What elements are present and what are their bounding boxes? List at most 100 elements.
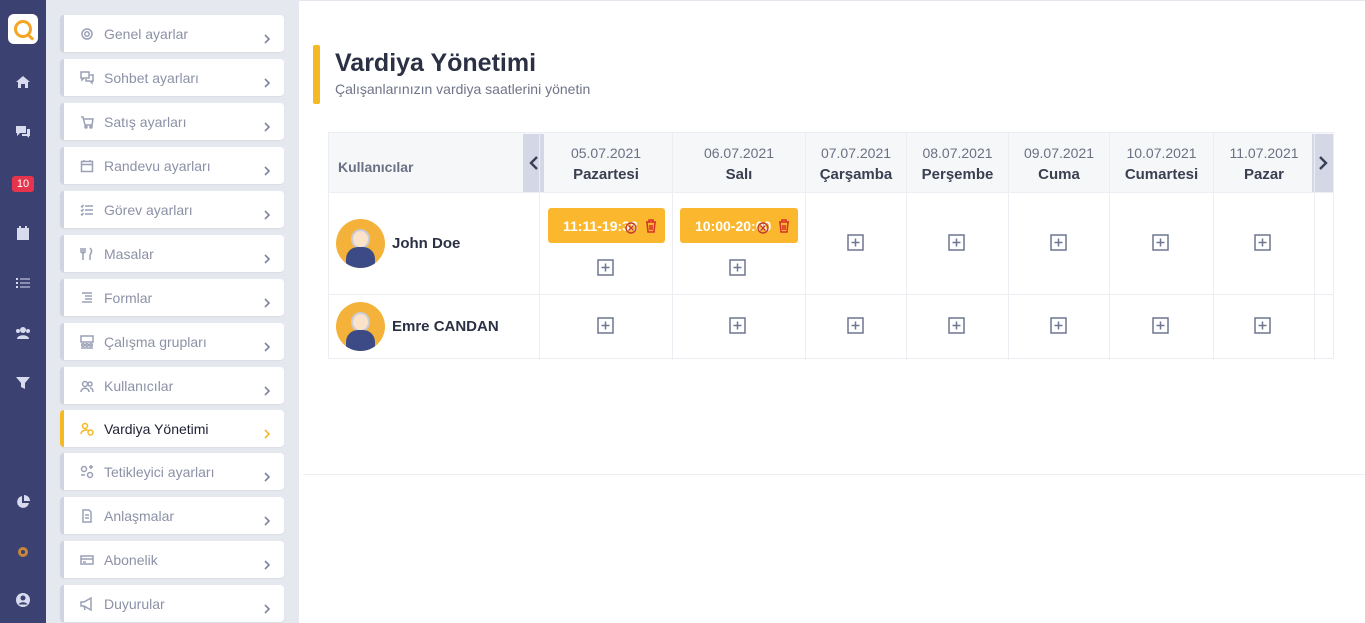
plus-square-icon	[729, 259, 746, 276]
pie-chart-icon[interactable]	[0, 490, 46, 514]
close-icon[interactable]	[757, 219, 769, 234]
day-name: Pazartesi	[573, 166, 639, 183]
chevron-right-icon	[262, 249, 272, 264]
menu-item-satis-ayarlari[interactable]: Satış ayarları	[60, 103, 284, 140]
add-shift-button[interactable]	[597, 317, 614, 334]
menu-item-gorev-ayarlari[interactable]: Görev ayarları	[60, 191, 284, 228]
plus-square-icon	[948, 234, 965, 251]
menu-item-label: Kullanıcılar	[104, 377, 174, 394]
notifications-badge[interactable]: 10	[0, 172, 46, 196]
chat-icon	[80, 70, 94, 85]
menu-item-masalar[interactable]: Masalar	[60, 235, 284, 272]
calendar-icon[interactable]	[0, 221, 46, 245]
chat-icon[interactable]	[0, 120, 46, 144]
checklist-icon	[80, 203, 94, 217]
add-shift-button[interactable]	[1050, 234, 1067, 251]
plus-square-icon	[1152, 317, 1169, 334]
gear-icon[interactable]	[0, 540, 46, 564]
plus-square-icon	[1254, 317, 1271, 334]
add-shift-button[interactable]	[1254, 317, 1271, 334]
chevron-right-icon	[262, 467, 272, 482]
add-shift-button[interactable]	[1254, 234, 1271, 251]
users-column-header: Kullanıcılar	[338, 159, 414, 175]
day-name: Pazar	[1243, 166, 1285, 183]
shift-table: Kullanıcılar 05.07.2021 Pazartesi 06.07.…	[328, 132, 1334, 360]
plus-square-icon	[1254, 234, 1271, 251]
menu-item-label: Sohbet ayarları	[104, 69, 199, 86]
menu-item-label: Abonelik	[104, 551, 158, 568]
user-row-john-doe: John Doe	[336, 219, 460, 268]
menu-item-calisma-gruplari[interactable]: Çalışma grupları	[60, 323, 284, 360]
page-subtitle: Çalışanlarınızın vardiya saatlerini yöne…	[335, 81, 591, 97]
menu-item-formlar[interactable]: Formlar	[60, 279, 284, 316]
gear-icon	[80, 27, 94, 41]
menu-item-genel-ayarlar[interactable]: Genel ayarlar	[60, 15, 284, 52]
day-name: Çarşamba	[819, 166, 893, 183]
day-date: 10.07.2021	[1126, 145, 1197, 161]
chevron-right-icon	[262, 555, 272, 570]
day-name: Perşembe	[921, 166, 994, 183]
chevron-right-icon	[262, 161, 272, 176]
menu-item-label: Satış ayarları	[104, 113, 187, 130]
add-shift-button[interactable]	[597, 259, 614, 276]
home-icon[interactable]	[0, 70, 46, 94]
chevron-right-icon	[262, 29, 272, 44]
menu-item-kullanicilar[interactable]: Kullanıcılar	[60, 367, 284, 404]
shift-block[interactable]: 11:11-19:38	[548, 208, 665, 243]
add-shift-button[interactable]	[1152, 234, 1169, 251]
menu-item-sohbet-ayarlari[interactable]: Sohbet ayarları	[60, 59, 284, 96]
settings-menu: Genel ayarlar Sohbet ayarları Satış ayar…	[46, 0, 299, 623]
add-shift-button[interactable]	[729, 259, 746, 276]
add-shift-button[interactable]	[729, 317, 746, 334]
menu-item-label: Vardiya Yönetimi	[104, 420, 209, 437]
menu-item-tetikleyici-ayarlari[interactable]: Tetikleyici ayarları	[60, 453, 284, 490]
menu-item-anlasmalar[interactable]: Anlaşmalar	[60, 497, 284, 534]
add-shift-button[interactable]	[948, 317, 965, 334]
add-shift-button[interactable]	[948, 234, 965, 251]
main-content: Vardiya Yönetimi Çalışanlarınızın vardiy…	[299, 0, 1365, 623]
chevron-right-icon	[262, 293, 272, 308]
menu-item-label: Formlar	[104, 289, 153, 306]
menu-item-abonelik[interactable]: Abonelik	[60, 541, 284, 578]
plus-square-icon	[1050, 317, 1067, 334]
chevron-right-icon	[262, 205, 272, 220]
day-column-overflow	[1314, 133, 1333, 360]
plus-square-icon	[597, 317, 614, 334]
app-logo[interactable]	[8, 14, 38, 44]
group-icon	[80, 334, 94, 349]
users-icon[interactable]	[0, 321, 46, 345]
user-name: Emre CANDAN	[392, 318, 499, 335]
menu-item-duyurular[interactable]: Duyurular	[60, 585, 284, 622]
add-shift-button[interactable]	[1152, 317, 1169, 334]
trash-icon[interactable]	[645, 218, 657, 233]
menu-item-label: Görev ayarları	[104, 201, 193, 218]
checklist-icon[interactable]	[0, 271, 46, 295]
chevron-right-icon	[262, 424, 272, 439]
chevron-right-icon	[262, 599, 272, 614]
shift-block[interactable]: 10:00-20:00	[680, 208, 798, 243]
menu-item-label: Tetikleyici ayarları	[104, 463, 215, 480]
chevron-right-icon	[262, 73, 272, 88]
filter-icon[interactable]	[0, 371, 46, 395]
trash-icon[interactable]	[778, 218, 790, 233]
menu-item-vardiya-yonetimi[interactable]: Vardiya Yönetimi	[60, 410, 284, 447]
trigger-icon	[80, 464, 94, 479]
add-shift-button[interactable]	[847, 234, 864, 251]
title-accent-bar	[313, 45, 320, 104]
day-date: 06.07.2021	[703, 145, 775, 161]
add-shift-button[interactable]	[847, 317, 864, 334]
menu-item-label: Anlaşmalar	[104, 507, 175, 524]
chevron-left-icon	[528, 156, 538, 170]
add-shift-button[interactable]	[1050, 317, 1067, 334]
menu-item-label: Masalar	[104, 245, 154, 262]
user-circle-icon[interactable]	[0, 588, 46, 612]
form-icon	[80, 291, 94, 305]
chevron-right-icon	[262, 337, 272, 352]
menu-item-randevu-ayarlari[interactable]: Randevu ayarları	[60, 147, 284, 184]
day-name: Salı	[725, 166, 753, 183]
cutlery-icon	[80, 246, 94, 261]
close-icon[interactable]	[625, 219, 637, 234]
menu-item-label: Randevu ayarları	[104, 157, 211, 174]
plus-square-icon	[948, 317, 965, 334]
notification-count: 10	[11, 176, 35, 192]
